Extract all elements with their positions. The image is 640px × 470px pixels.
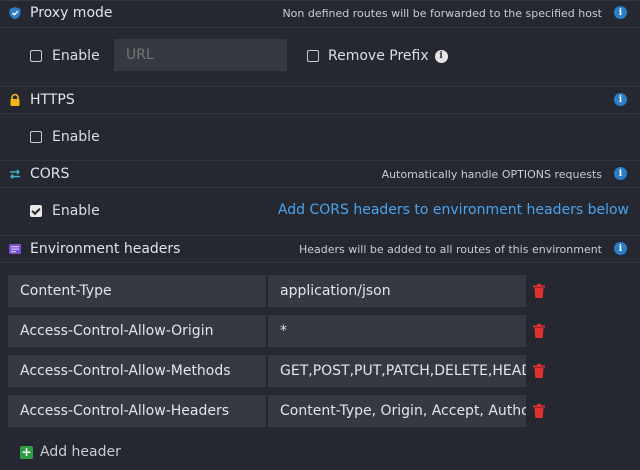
cors-divider: [0, 187, 640, 188]
header-key-input[interactable]: Access-Control-Allow-Origin: [8, 315, 266, 347]
remove-prefix-label: Remove Prefix: [328, 48, 429, 64]
https-enable-checkbox-row[interactable]: Enable: [30, 129, 100, 145]
cors-enable-checkbox-row[interactable]: Enable: [30, 203, 100, 219]
shield-icon: [8, 6, 22, 20]
cors-info-icon[interactable]: i: [614, 167, 627, 180]
proxy-enable-checkbox[interactable]: [30, 50, 42, 62]
headers-divider: [0, 262, 640, 263]
proxy-url-input[interactable]: [114, 39, 287, 71]
headers-title: Environment headers: [30, 241, 181, 257]
header-value-input[interactable]: Content-Type, Origin, Accept, Authorizat…: [268, 395, 526, 427]
header-value-input[interactable]: application/json: [268, 275, 526, 307]
cors-section-title: CORS: [8, 165, 69, 183]
proxy-divider: [0, 27, 640, 28]
headers-info-icon[interactable]: i: [614, 242, 627, 255]
proxy-enable-label: Enable: [52, 48, 100, 64]
cors-title: CORS: [30, 166, 70, 182]
header-key-input[interactable]: Access-Control-Allow-Headers: [8, 395, 266, 427]
header-value-input[interactable]: GET,POST,PUT,PATCH,DELETE,HEAD,OPTIONS: [268, 355, 526, 387]
https-info-icon[interactable]: i: [614, 93, 627, 106]
trash-icon[interactable]: [532, 323, 546, 339]
proxy-info-icon[interactable]: i: [614, 6, 627, 19]
trash-icon[interactable]: [532, 403, 546, 419]
cors-top-divider: [0, 160, 640, 161]
arrows-exchange-icon: [8, 167, 22, 181]
header-value-input[interactable]: *: [268, 315, 526, 347]
headers-section-title: Environment headers: [8, 240, 180, 258]
proxy-hint: Non defined routes will be forwarded to …: [282, 7, 602, 20]
lock-icon: [8, 93, 22, 107]
remove-prefix-info-icon[interactable]: i: [434, 49, 448, 63]
plus-icon: +: [20, 445, 33, 459]
add-header-button[interactable]: + Add header: [20, 444, 121, 460]
remove-prefix-checkbox[interactable]: [307, 50, 319, 62]
https-section-title: HTTPS: [8, 91, 75, 109]
header-key-input[interactable]: Access-Control-Allow-Methods: [8, 355, 266, 387]
trash-icon[interactable]: [532, 363, 546, 379]
remove-prefix-row[interactable]: Remove Prefix i: [307, 48, 448, 64]
cors-enable-checkbox[interactable]: [30, 205, 42, 217]
proxy-title: Proxy mode: [30, 5, 113, 21]
top-divider: [0, 0, 640, 1]
headers-top-divider: [0, 235, 640, 236]
proxy-section-title: Proxy mode: [8, 4, 113, 22]
add-cors-headers-link[interactable]: Add CORS headers to environment headers …: [278, 202, 629, 218]
header-key-input[interactable]: Content-Type: [8, 275, 266, 307]
trash-icon[interactable]: [532, 283, 546, 299]
https-top-divider: [0, 86, 640, 87]
list-icon: [8, 242, 22, 256]
https-enable-checkbox[interactable]: [30, 131, 42, 143]
cors-hint: Automatically handle OPTIONS requests: [381, 168, 602, 181]
https-title: HTTPS: [30, 92, 75, 108]
cors-enable-label: Enable: [52, 203, 100, 219]
https-divider: [0, 113, 640, 114]
add-header-label: Add header: [40, 444, 121, 460]
proxy-enable-checkbox-row[interactable]: Enable: [30, 48, 100, 64]
https-enable-label: Enable: [52, 129, 100, 145]
headers-hint: Headers will be added to all routes of t…: [298, 243, 602, 256]
